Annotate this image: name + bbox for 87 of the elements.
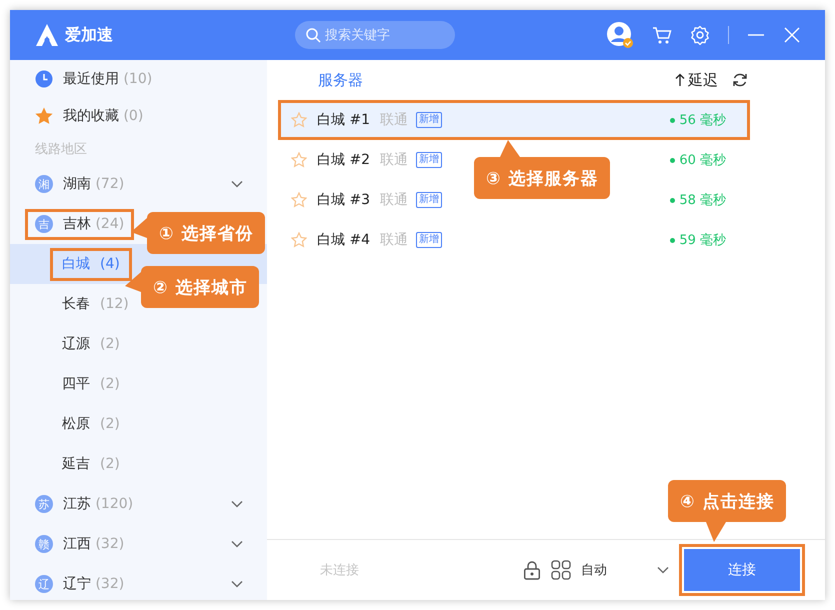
server-name: 白城 #1: [317, 111, 370, 129]
item-count: (32): [95, 576, 124, 592]
city-item[interactable]: 长春 (12): [50, 288, 141, 320]
mode-dropdown[interactable]: 自动: [551, 560, 669, 580]
new-tag: 新增: [416, 232, 442, 248]
grid-icon: [551, 560, 571, 580]
item-count: (10): [123, 70, 152, 86]
isp-label: 联通: [380, 111, 408, 129]
province-item[interactable]: 赣 江西 (32): [25, 528, 134, 560]
avatar-icon[interactable]: [606, 21, 634, 49]
settings-icon[interactable]: [690, 25, 710, 45]
refresh-icon[interactable]: [732, 72, 748, 88]
isp-label: 联通: [380, 231, 408, 249]
item-count: (0): [123, 108, 144, 124]
item-count: (120): [95, 496, 134, 512]
status-dot: [670, 158, 676, 162]
province-item[interactable]: 湘 湖南 (72): [25, 168, 134, 200]
chevron-down-icon[interactable]: [231, 580, 243, 588]
item-count: (2): [100, 456, 120, 472]
chevron-down-icon[interactable]: [231, 500, 243, 508]
latency-value: 60 毫秒: [679, 152, 726, 169]
chevron-down-icon[interactable]: [231, 180, 243, 188]
logo-icon: [34, 23, 60, 47]
province-item[interactable]: 辽 辽宁 (32): [25, 568, 134, 600]
new-tag: 新增: [416, 112, 442, 128]
sort-button[interactable]: 延迟: [675, 70, 718, 90]
city-item[interactable]: 四平 (2): [50, 368, 132, 400]
latency-value: 56 毫秒: [679, 112, 726, 129]
chevron-down-icon[interactable]: [231, 540, 243, 548]
callout-pointer: [131, 218, 147, 238]
status-dot: [670, 198, 676, 202]
arrow-up-icon: [675, 73, 685, 87]
star-outline-icon[interactable]: [291, 192, 307, 208]
item-count: (72): [95, 176, 124, 192]
new-tag: 新增: [416, 152, 442, 168]
province-item[interactable]: 吉 吉林 (24): [25, 208, 134, 240]
latency-value: 59 毫秒: [679, 232, 726, 249]
server-name: 白城 #2: [317, 151, 370, 169]
section-label: 线路地区: [34, 141, 88, 159]
cart-icon[interactable]: [652, 25, 672, 45]
star-outline-icon[interactable]: [291, 232, 307, 248]
lock-icon[interactable]: [523, 560, 541, 580]
sidebar-item[interactable]: 我的收藏 (0): [10, 97, 267, 134]
city-item[interactable]: 松原 (2): [50, 408, 132, 440]
status-dot: [670, 238, 676, 242]
item-count: (2): [100, 416, 120, 432]
item-count: (2): [100, 336, 120, 352]
connect-button[interactable]: 连接: [679, 544, 805, 596]
connection-status: 未连接: [320, 562, 359, 579]
province-badge: 吉: [35, 215, 53, 233]
close-icon[interactable]: [783, 26, 801, 44]
star-outline-icon[interactable]: [291, 152, 307, 168]
isp-label: 联通: [380, 191, 408, 209]
new-tag: 新增: [416, 192, 442, 208]
status-dot: [670, 118, 676, 122]
callout: ③ 选择服务器: [474, 157, 610, 199]
app-name: 爱加速: [65, 24, 113, 46]
callout: ① 选择省份: [147, 212, 266, 254]
star-outline-icon[interactable]: [291, 112, 307, 128]
province-item[interactable]: 苏 江苏 (120): [25, 488, 144, 520]
city-item[interactable]: 辽源 (2): [50, 328, 132, 360]
item-count: (32): [95, 536, 124, 552]
callout-pointer: [500, 140, 520, 157]
isp-label: 联通: [380, 151, 408, 169]
city-item[interactable]: 延吉 (2): [50, 448, 132, 480]
server-row[interactable]: 白城 #1 联通 新增 56 毫秒: [278, 100, 750, 140]
item-count: (4): [100, 256, 120, 272]
callout-pointer: [706, 522, 726, 542]
item-count: (12): [100, 296, 129, 312]
province-badge: 赣: [35, 535, 53, 553]
clock-icon: [35, 70, 53, 88]
chevron-down-icon: [657, 566, 669, 574]
item-count: (24): [95, 216, 124, 232]
callout: ② 选择城市: [141, 266, 260, 308]
search-icon: [305, 27, 321, 43]
item-count: (2): [100, 376, 120, 392]
latency-value: 58 毫秒: [679, 192, 726, 209]
star-icon: [35, 106, 53, 124]
province-badge: 湘: [35, 175, 53, 193]
callout: ④ 点击连接: [668, 480, 786, 522]
column-header: 服务器: [318, 70, 363, 90]
province-badge: 苏: [35, 495, 53, 513]
server-name: 白城 #4: [317, 231, 370, 249]
server-name: 白城 #3: [317, 191, 370, 209]
sidebar-item[interactable]: 最近使用 (10): [10, 60, 267, 97]
province-badge: 辽: [35, 575, 53, 593]
callout-pointer: [125, 272, 141, 292]
